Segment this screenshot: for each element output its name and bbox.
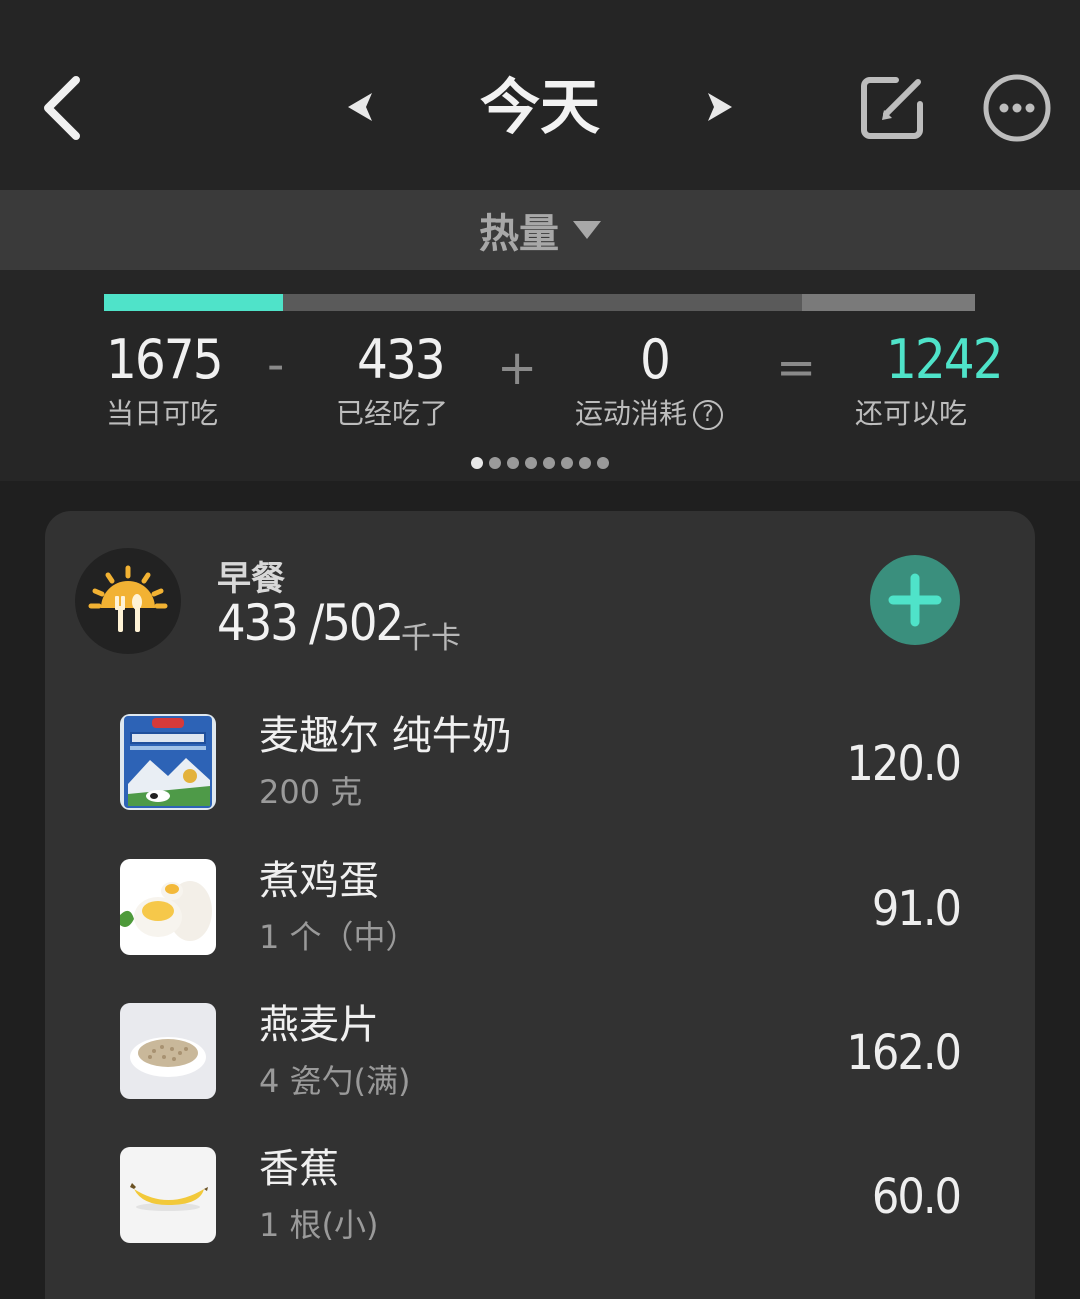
food-portion: 1 个（中） <box>259 918 418 956</box>
calorie-progress-bar <box>104 294 975 311</box>
food-name: 煮鸡蛋 <box>259 858 379 904</box>
food-calories: 60.0 <box>871 1169 962 1225</box>
equals-operator: = <box>776 340 817 396</box>
progress-eaten-fill <box>104 294 283 311</box>
eaten-value: 433 <box>357 328 446 391</box>
eaten-label: 已经吃了 <box>336 397 449 430</box>
meal-calories: 433 /502 <box>217 594 404 652</box>
add-food-button[interactable] <box>870 555 960 645</box>
daily-allowance-value: 1675 <box>106 328 224 391</box>
dropdown-caret-icon <box>573 221 601 239</box>
exercise-label: 运动消耗 <box>575 397 688 430</box>
top-bar: 今天 <box>0 0 1080 190</box>
food-portion: 200 克 <box>259 773 363 811</box>
minus-operator: - <box>267 337 285 393</box>
edit-icon <box>861 77 923 139</box>
remaining-label: 还可以吃 <box>855 397 968 430</box>
banana-thumbnail <box>120 1147 216 1243</box>
progress-remaining-segment <box>801 294 975 311</box>
metric-label: 热量 <box>479 211 559 257</box>
previous-day-button[interactable] <box>338 85 382 129</box>
boiled-egg-thumbnail <box>120 859 216 955</box>
next-day-button[interactable] <box>698 85 742 129</box>
edit-button[interactable] <box>856 72 928 144</box>
page-title: 今天 <box>480 73 600 143</box>
food-portion: 1 根(小) <box>259 1206 379 1244</box>
caret-right-icon <box>708 93 732 121</box>
more-dots-icon <box>983 74 1051 142</box>
more-options-button[interactable] <box>982 73 1052 143</box>
metric-selector[interactable]: 热量 <box>0 190 1080 270</box>
food-portion: 4 瓷勺(满) <box>259 1062 411 1100</box>
remaining-value: 1242 <box>886 328 1004 391</box>
plus-operator: + <box>497 340 538 396</box>
page-dot <box>579 457 591 469</box>
page-dot <box>561 457 573 469</box>
page-dot <box>471 457 483 469</box>
breakfast-sun-utensils-icon <box>75 548 181 654</box>
exercise-label-row: 运动消耗? <box>575 396 724 432</box>
page-dot <box>543 457 555 469</box>
food-name: 麦趣尔 纯牛奶 <box>259 713 512 759</box>
food-calories: 120.0 <box>846 736 962 792</box>
page-dot <box>597 457 609 469</box>
calorie-summary[interactable]: 1675 当日可吃 - 433 已经吃了 + 0 运动消耗? = 1242 还可… <box>0 270 1080 481</box>
help-icon[interactable]: ? <box>693 400 724 430</box>
oatmeal-bowl-thumbnail <box>120 1003 216 1099</box>
chevron-left-icon <box>44 76 80 140</box>
page-dot <box>489 457 501 469</box>
food-item-banana[interactable]: 香蕉 1 根(小) 60.0 <box>120 1146 962 1247</box>
milk-carton-thumbnail <box>120 714 216 810</box>
food-item-milk[interactable]: 麦趣尔 纯牛奶 200 克 120.0 <box>120 713 962 814</box>
food-item-oatmeal[interactable]: 燕麦片 4 瓷勺(满) 162.0 <box>120 1002 962 1103</box>
daily-allowance-label: 当日可吃 <box>106 397 219 430</box>
exercise-value: 0 <box>640 328 671 391</box>
food-name: 香蕉 <box>259 1146 339 1192</box>
plus-icon <box>888 573 942 627</box>
meal-calorie-unit: 千卡 <box>401 621 461 656</box>
food-name: 燕麦片 <box>259 1002 379 1048</box>
food-item-egg[interactable]: 煮鸡蛋 1 个（中） 91.0 <box>120 858 962 959</box>
breakfast-card: 早餐 433 /502 千卡 麦趣尔 纯牛奶 200 克 120.0 煮鸡蛋 1… <box>45 511 1035 1299</box>
food-calories: 162.0 <box>846 1025 962 1081</box>
back-button[interactable] <box>36 70 92 146</box>
food-calories: 91.0 <box>871 881 962 937</box>
caret-left-icon <box>348 93 372 121</box>
page-dot <box>525 457 537 469</box>
page-indicator <box>471 457 609 469</box>
page-dot <box>507 457 519 469</box>
